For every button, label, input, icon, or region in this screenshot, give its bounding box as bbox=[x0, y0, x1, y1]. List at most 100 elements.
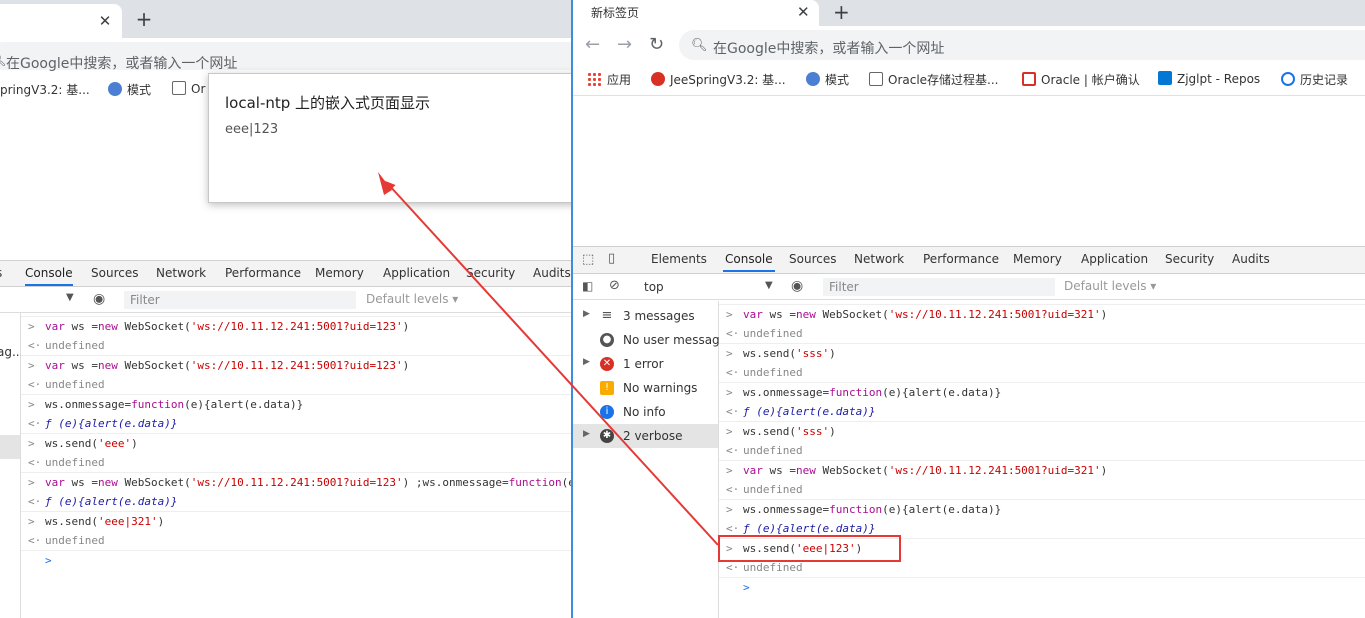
close-icon[interactable]: ✕ bbox=[96, 12, 114, 30]
clear-console-icon[interactable]: ⊘ bbox=[609, 278, 620, 293]
context-selector[interactable]: top bbox=[644, 280, 664, 294]
eye-icon[interactable]: ◉ bbox=[791, 278, 803, 294]
sidebar-item-warning[interactable]: ! No warnings bbox=[573, 376, 718, 400]
console-prompt[interactable]: > bbox=[21, 550, 571, 570]
context-dropdown-icon[interactable]: ▼ bbox=[765, 280, 773, 291]
bookmark-apps[interactable]: 应用 bbox=[587, 71, 631, 88]
code-token: 'ws://10.11.12.241:5001?uid=123' bbox=[190, 476, 403, 489]
bookmark-label: Zjglpt - Repos bbox=[1177, 72, 1261, 86]
new-tab-icon[interactable]: + bbox=[833, 0, 850, 24]
code-token: ) bbox=[131, 437, 138, 450]
tab-audits[interactable]: Audits bbox=[533, 266, 571, 280]
right-omnibox[interactable]: 🔍︎ 在Google中搜索，或者输入一个网址 bbox=[679, 30, 1365, 60]
list-icon: ≡ bbox=[601, 308, 613, 323]
bookmark-jeespring[interactable]: JeeSpringV3.2: 基... bbox=[651, 71, 786, 88]
left-browser-window: ✕ + 🔍︎ 在Google中搜索，或者输入一个网址 pringV3.2: 基.… bbox=[0, 0, 571, 618]
console-output-line: <· undefined bbox=[719, 441, 1365, 461]
expand-triangle-icon[interactable]: ▶ bbox=[583, 309, 590, 319]
bookmark-oracle[interactable]: Or bbox=[172, 81, 205, 96]
tab-sources[interactable]: Sources bbox=[91, 266, 138, 280]
bookmark-mode[interactable]: 模式 bbox=[108, 81, 151, 98]
code-token: ws.onmessage= bbox=[45, 398, 132, 411]
console-result: undefined bbox=[743, 443, 803, 457]
expand-triangle-icon[interactable]: ▶ bbox=[583, 429, 590, 439]
chevron-right-icon: > bbox=[28, 359, 35, 372]
sidebar-toggle-icon[interactable]: ◧ bbox=[582, 279, 593, 293]
new-tab-icon[interactable]: + bbox=[134, 8, 154, 30]
tab-memory[interactable]: Memory bbox=[315, 266, 364, 280]
code-token: ws bbox=[762, 464, 790, 477]
tab-elements[interactable]: Elements bbox=[651, 252, 707, 266]
error-icon: ✕ bbox=[600, 357, 614, 371]
sidebar-item-info[interactable]: i No info bbox=[573, 400, 718, 424]
filter-input[interactable]: Filter bbox=[124, 291, 356, 309]
console-result: undefined bbox=[743, 326, 803, 340]
code-token: WebSocket( bbox=[117, 359, 191, 372]
right-active-tab[interactable]: 新标签页 ✕ bbox=[573, 0, 819, 26]
tab-security[interactable]: Security bbox=[466, 266, 515, 280]
tab-security[interactable]: Security bbox=[1165, 252, 1214, 266]
context-dropdown-icon[interactable]: ▼ bbox=[66, 292, 74, 303]
return-arrow-icon: <· bbox=[28, 377, 42, 391]
code-token: WebSocket( bbox=[815, 308, 889, 321]
default-levels-dropdown[interactable]: Default levels ▾ bbox=[366, 292, 458, 306]
apps-grid-icon bbox=[587, 72, 601, 86]
tab-audits[interactable]: Audits bbox=[1232, 252, 1270, 266]
oracle-logo-icon bbox=[1022, 72, 1036, 86]
code-token: ws.send( bbox=[743, 425, 796, 438]
sidebar-item-list[interactable]: ▶ ≡ 3 messages bbox=[573, 304, 718, 328]
tab-memory[interactable]: Memory bbox=[1013, 252, 1062, 266]
back-arrow-icon[interactable]: ← bbox=[585, 34, 600, 55]
close-icon[interactable]: ✕ bbox=[797, 3, 810, 21]
tab-console[interactable]: Console bbox=[723, 252, 775, 272]
console-prompt[interactable]: > bbox=[719, 577, 1365, 597]
expand-triangle-icon[interactable]: ▶ bbox=[583, 357, 590, 367]
sidebar-item-messages[interactable]: ag... bbox=[0, 345, 23, 359]
code-token: new bbox=[98, 320, 118, 333]
sidebar-item-label: No warnings bbox=[623, 381, 698, 395]
forward-arrow-icon[interactable]: → bbox=[617, 34, 632, 55]
code-token: = bbox=[91, 359, 98, 372]
tab-elements-partial[interactable]: s bbox=[0, 266, 2, 280]
inspect-element-icon[interactable]: ⬚ bbox=[582, 252, 594, 267]
return-arrow-icon: <· bbox=[28, 416, 42, 430]
console-output-line: <· undefined bbox=[719, 324, 1365, 344]
bookmark-oracle-procedure[interactable]: Oracle存储过程基... bbox=[869, 71, 999, 88]
sidebar-item-bug[interactable]: ▶ ✱ 2 verbose bbox=[573, 424, 718, 448]
default-levels-dropdown[interactable]: Default levels ▾ bbox=[1064, 279, 1156, 293]
right-bookmarks-bar: 应用 JeeSpringV3.2: 基... 模式 Oracle存储过程基...… bbox=[573, 64, 1365, 96]
code-token: var bbox=[45, 476, 65, 489]
reload-icon[interactable]: ↻ bbox=[649, 34, 664, 55]
sidebar-item-error[interactable]: ▶ ✕ 1 error bbox=[573, 352, 718, 376]
code-token: ) bbox=[402, 359, 410, 372]
tab-performance[interactable]: Performance bbox=[923, 252, 999, 266]
tab-application[interactable]: Application bbox=[383, 266, 450, 280]
console-output-line: <· undefined bbox=[21, 453, 571, 473]
tab-network[interactable]: Network bbox=[854, 252, 904, 266]
sidebar-selected-row[interactable] bbox=[0, 435, 20, 459]
bookmark-mode[interactable]: 模式 bbox=[806, 71, 849, 88]
bookmark-zjglpt[interactable]: Zjglpt - Repos bbox=[1158, 71, 1260, 86]
tab-performance[interactable]: Performance bbox=[225, 266, 301, 280]
device-toggle-icon[interactable]: ▯ bbox=[608, 251, 615, 266]
code-token: ) bbox=[157, 515, 165, 528]
code-token: ws bbox=[762, 308, 790, 321]
tab-sources[interactable]: Sources bbox=[789, 252, 836, 266]
tab-network[interactable]: Network bbox=[156, 266, 206, 280]
eye-icon[interactable]: ◉ bbox=[93, 291, 105, 307]
console-result: ƒ (e){alert(e.data)} bbox=[45, 416, 178, 430]
left-active-tab[interactable]: ✕ bbox=[0, 4, 122, 38]
sidebar-item-user[interactable]: ● No user messag... bbox=[573, 328, 731, 352]
code-token: = bbox=[91, 476, 98, 489]
tab-application[interactable]: Application bbox=[1081, 252, 1148, 266]
bookmark-label: 历史记录 bbox=[1300, 73, 1349, 87]
bookmark-oracle-account[interactable]: Oracle | 帐户确认 bbox=[1022, 71, 1140, 88]
left-omnibox[interactable]: 🔍︎ 在Google中搜索，或者输入一个网址 bbox=[0, 42, 571, 72]
bookmark-history[interactable]: 历史记录 bbox=[1281, 71, 1348, 88]
alert-dialog: local-ntp 上的嵌入式页面显示 eee|123 bbox=[208, 73, 571, 203]
tab-console[interactable]: Console bbox=[25, 266, 73, 286]
chevron-right-icon: > bbox=[726, 308, 733, 321]
filter-input[interactable]: Filter bbox=[823, 278, 1055, 296]
bookmark-jeespring[interactable]: pringV3.2: 基... bbox=[0, 81, 90, 98]
code-token: ) ;ws.onmessage= bbox=[402, 476, 509, 489]
